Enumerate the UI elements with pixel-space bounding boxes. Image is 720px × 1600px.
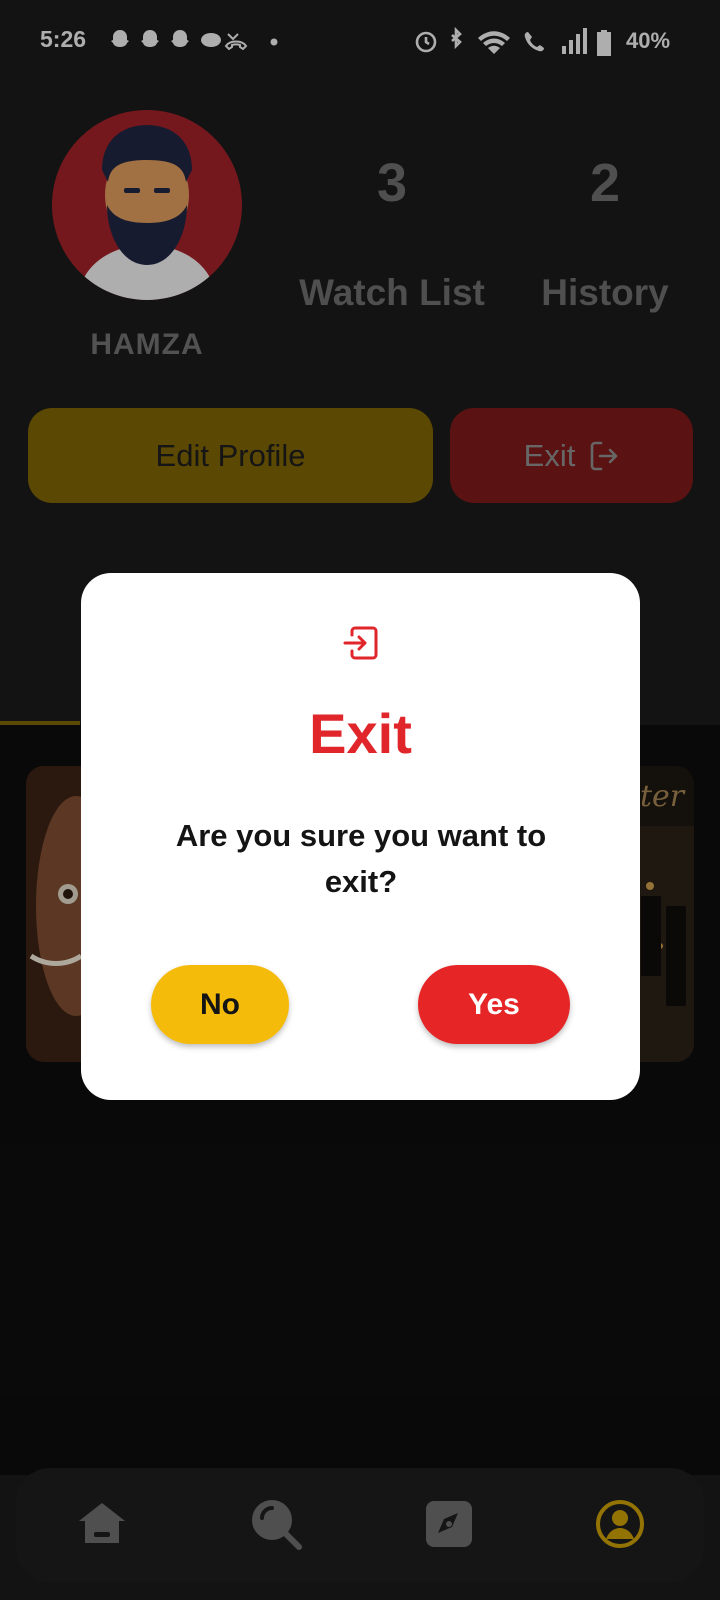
yes-button[interactable]: Yes — [418, 965, 570, 1044]
no-button-label: No — [200, 987, 240, 1021]
yes-button-label: Yes — [468, 987, 520, 1021]
exit-dialog: Exit Are you sure you want to exit? No Y… — [81, 573, 640, 1100]
exit-icon — [343, 626, 378, 660]
dialog-title: Exit — [309, 702, 412, 765]
no-button[interactable]: No — [151, 965, 289, 1044]
dialog-message: Are you sure you want to exit? — [175, 818, 547, 899]
